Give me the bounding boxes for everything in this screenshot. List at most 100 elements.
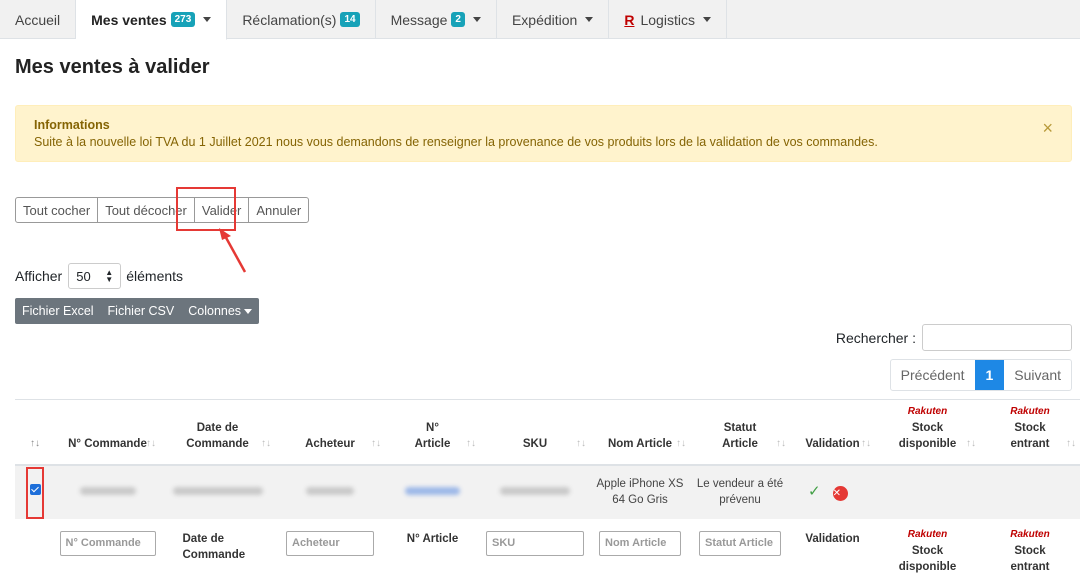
column-header-order-date[interactable]: Date de Commande ↑↓ [160, 399, 275, 466]
close-icon[interactable]: × [1042, 118, 1053, 139]
export-csv-button[interactable]: Fichier CSV [101, 304, 182, 318]
pagination: Précédent 1 Suivant [889, 359, 1072, 391]
filter-article-name-cell: Nom Article [590, 519, 690, 577]
filter-sku-cell: SKU [480, 519, 590, 577]
sort-icon: ↑↓ [861, 437, 871, 449]
tab-logistics[interactable]: R Logistics [609, 0, 727, 39]
filter-label: Stock entrant [1010, 544, 1050, 573]
column-header-article-name[interactable]: Nom Article ↑↓ [590, 399, 690, 466]
order-date-cell [160, 465, 275, 519]
stock-incoming-cell [980, 465, 1080, 519]
column-header-stock-available[interactable]: Rakuten Stock disponible ↑↓ [875, 399, 980, 466]
show-label: Afficher [15, 268, 63, 284]
columns-button[interactable]: Colonnes [181, 304, 259, 318]
tab-accueil[interactable]: Accueil [0, 0, 77, 39]
count-badge: 2 [451, 12, 465, 27]
filter-label: Date de Commande [182, 532, 246, 561]
validate-highlight-box [176, 187, 236, 231]
filter-label: N° Article [406, 532, 459, 545]
status-filter-input[interactable]: Statut Article [699, 530, 781, 556]
search-input[interactable] [922, 324, 1072, 351]
column-header-status[interactable]: Statut Article ↑↓ [690, 399, 790, 466]
elements-label: éléments [126, 268, 184, 284]
buyer-cell [275, 465, 385, 519]
filter-empty-cell [15, 519, 55, 577]
article-no-cell[interactable] [385, 465, 480, 519]
redacted-value [79, 487, 136, 495]
export-toolbar: Fichier Excel Fichier CSV Colonnes [15, 298, 260, 324]
current-page-button[interactable]: 1 [974, 360, 1005, 390]
tab-expedition[interactable]: Expédition [497, 0, 610, 39]
orders-table: ↑↓ N° Commande ↑↓ Date de Commande ↑↓ Ache… [15, 399, 1080, 577]
tab-reclamations[interactable]: Réclamation(s) 14 [227, 0, 376, 39]
cancel-button[interactable]: Annuler [248, 197, 310, 223]
filter-order-date-label: Date de Commande [160, 519, 275, 577]
rakuten-r-logo-icon: R [624, 11, 635, 28]
chevron-down-icon [244, 308, 253, 314]
redacted-link[interactable] [405, 487, 460, 495]
top-tabs: Accueil Mes ventes 273 Réclamation(s) 14… [0, 0, 1080, 40]
alert-title: Informations [34, 118, 110, 132]
validation-cell: ✓ ✕ [790, 465, 875, 519]
column-header-article-no[interactable]: N° Article ↑↓ [385, 399, 480, 466]
tab-label: Logistics [640, 11, 695, 28]
order-no-filter-input[interactable]: N° Commande [59, 530, 156, 556]
check-icon[interactable]: ✓ [808, 483, 821, 500]
article-name-filter-input[interactable]: Nom Article [599, 530, 681, 556]
column-header-stock-incoming[interactable]: Rakuten Stock entrant ↑↓ [980, 399, 1080, 466]
page-size-select[interactable]: 50 ▲ ▼ [68, 263, 122, 289]
previous-page-button[interactable]: Précédent [891, 360, 975, 390]
chevron-down-icon [203, 17, 212, 22]
sort-icon: ↑↓ [466, 437, 476, 449]
column-header-validation[interactable]: Validation ↑↓ [790, 399, 875, 466]
search-label: Rechercher : [835, 329, 916, 346]
column-header-buyer[interactable]: Acheteur ↑↓ [275, 399, 385, 466]
sort-icon: ↑↓ [146, 437, 156, 449]
sort-icon: ↑↓ [966, 437, 976, 449]
tab-label: Mes ventes [91, 11, 167, 28]
filter-stock-incoming-label: Rakuten Stock entrant [980, 519, 1080, 577]
page-size-control: Afficher 50 ▲ ▼ éléments [15, 263, 183, 289]
redacted-value [306, 487, 354, 495]
column-header-sku[interactable]: SKU ↑↓ [480, 399, 590, 466]
reject-x-icon[interactable]: ✕ [832, 485, 848, 501]
sort-icon: ↑↓ [261, 437, 271, 449]
sort-icon: ↑↓ [776, 437, 786, 449]
header-label: N° Article [414, 421, 451, 450]
page-title: Mes ventes à valider [15, 56, 210, 78]
checkbox-highlight-box [26, 467, 44, 519]
header-label: SKU [522, 437, 548, 450]
buyer-filter-input[interactable]: Acheteur [286, 530, 374, 556]
info-alert: Informations Suite à la nouvelle loi TVA… [15, 105, 1072, 162]
filter-order-no-cell: N° Commande [55, 519, 160, 577]
rakuten-logo-icon: Rakuten [907, 405, 948, 417]
filter-stock-available-label: Rakuten Stock disponible [875, 519, 980, 577]
next-page-button[interactable]: Suivant [1004, 360, 1071, 390]
tab-mes-ventes[interactable]: Mes ventes 273 [76, 0, 228, 40]
tab-message[interactable]: Message 2 [376, 0, 497, 39]
filter-buyer-cell: Acheteur [275, 519, 385, 577]
sort-arrows-icon: ▲ ▼ [105, 268, 114, 284]
red-arrow-icon [219, 228, 247, 273]
article-name-cell: Apple iPhone XS 64 Go Gris [596, 478, 684, 506]
check-all-button[interactable]: Tout cocher [15, 197, 99, 223]
columns-label: Colonnes [188, 304, 242, 318]
sku-filter-input[interactable]: SKU [486, 530, 584, 556]
alert-text: Suite à la nouvelle loi TVA du 1 Juillet… [34, 135, 878, 149]
rakuten-logo-icon: Rakuten [907, 528, 948, 540]
count-badge: 14 [340, 12, 360, 27]
export-excel-button[interactable]: Fichier Excel [15, 304, 101, 318]
select-column-header[interactable]: ↑↓ [15, 399, 55, 466]
header-label: N° Commande [68, 437, 147, 450]
column-header-order-no[interactable]: N° Commande ↑↓ [55, 399, 160, 466]
table-row[interactable]: Apple iPhone XS 64 Go Gris Le vendeur a … [15, 464, 1080, 519]
sort-icon: ↑↓ [676, 437, 686, 449]
header-label: Acheteur [305, 437, 355, 450]
filter-label: Stock disponible [898, 544, 957, 573]
header-label: Stock disponible [898, 421, 957, 450]
redacted-value [500, 487, 570, 495]
sort-icon: ↑↓ [1066, 437, 1076, 449]
header-label: Statut Article [722, 421, 758, 450]
sort-icon: ↑↓ [371, 437, 381, 449]
tab-label: Expédition [511, 11, 578, 28]
